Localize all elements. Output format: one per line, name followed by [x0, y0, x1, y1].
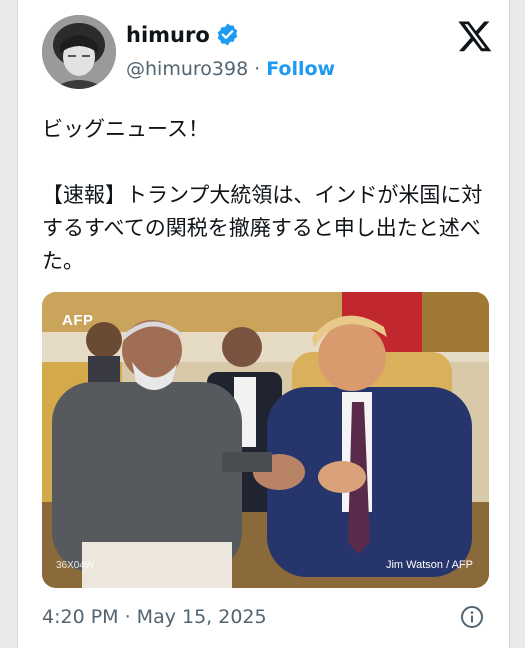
tweet-card: himuro @himuro398 · Follow ビッグニュース！ 【速報】…: [17, 0, 510, 648]
avatar[interactable]: [42, 15, 116, 89]
tweet-timestamp[interactable]: 4:20 PM · May 15, 2025: [42, 606, 267, 628]
photo-image: [42, 292, 489, 588]
author-name-row: himuro: [126, 22, 240, 47]
info-icon[interactable]: [460, 605, 484, 629]
tweet-media-photo[interactable]: AFP 36X04W Jim Watson / AFP: [42, 292, 489, 588]
photo-credit: Jim Watson / AFP: [385, 559, 473, 571]
tweet-text: ビッグニュース！ 【速報】トランプ大統領は、インドが米国に対するすべての関税を撤…: [42, 117, 483, 273]
follow-button[interactable]: Follow: [266, 58, 335, 80]
photo-id: 36X04W: [56, 560, 95, 571]
photo-watermark: AFP: [62, 312, 94, 329]
author-handle[interactable]: @himuro398: [126, 58, 248, 80]
separator-dot: ·: [254, 58, 261, 80]
author-handle-row: @himuro398 · Follow: [126, 58, 335, 80]
verified-badge-icon: [217, 23, 238, 46]
x-logo-icon[interactable]: [457, 18, 493, 54]
author-display-name[interactable]: himuro: [126, 23, 210, 47]
avatar-image: [42, 15, 116, 89]
